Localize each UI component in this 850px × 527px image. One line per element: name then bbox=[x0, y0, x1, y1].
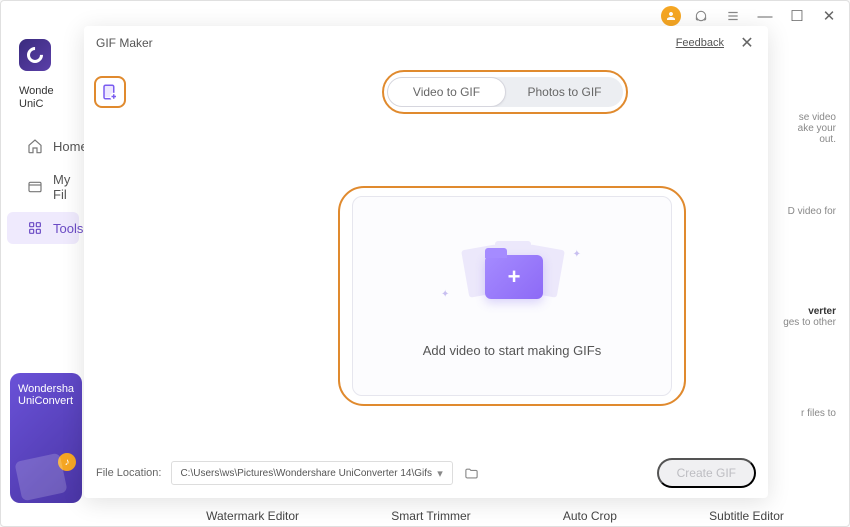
file-location-label: File Location: bbox=[96, 467, 161, 479]
close-window-button[interactable]: ✕ bbox=[815, 2, 843, 30]
open-folder-icon[interactable] bbox=[463, 465, 479, 481]
drop-area-highlight: ✦ ✦ + Add video to start making GIFs bbox=[338, 186, 686, 406]
brand-text: Wonde UniC bbox=[19, 85, 85, 111]
promo-card[interactable]: Wondersha UniConvert ♪ bbox=[10, 373, 82, 503]
file-location-input[interactable]: C:\Users\ws\Pictures\Wondershare UniConv… bbox=[171, 461, 453, 485]
tool-trimmer[interactable]: Smart Trimmer bbox=[391, 509, 470, 523]
folder-icon: + bbox=[485, 255, 543, 299]
bg-card: D video for bbox=[766, 198, 840, 225]
tab-photos-to-gif[interactable]: Photos to GIF bbox=[506, 77, 623, 107]
nav-label: Tools bbox=[53, 221, 83, 236]
mode-tabs-highlight: Video to GIF Photos to GIF bbox=[382, 70, 628, 114]
bg-card: verter ges to other bbox=[766, 298, 840, 336]
bg-card: se video ake your out. bbox=[766, 104, 840, 153]
account-avatar[interactable] bbox=[661, 6, 681, 26]
close-icon[interactable]: ✕ bbox=[738, 34, 756, 52]
files-icon bbox=[27, 179, 43, 195]
drop-text: Add video to start making GIFs bbox=[423, 343, 601, 358]
nav-label: Home bbox=[53, 139, 88, 154]
folder-graphic: ✦ ✦ + bbox=[457, 235, 567, 315]
modal-footer: File Location: C:\Users\ws\Pictures\Wond… bbox=[96, 458, 756, 488]
modal-header: GIF Maker Feedback ✕ bbox=[84, 26, 768, 52]
promo-line1: Wondersha bbox=[18, 383, 74, 395]
promo-line2: UniConvert bbox=[18, 395, 74, 407]
nav: Home My Fil Tools bbox=[1, 129, 85, 245]
modal-title: GIF Maker bbox=[96, 36, 153, 50]
plus-icon: + bbox=[508, 264, 521, 290]
gif-maker-modal: GIF Maker Feedback ✕ Video to GIF Photos… bbox=[84, 26, 768, 498]
feedback-link[interactable]: Feedback bbox=[676, 37, 724, 49]
nav-files[interactable]: My Fil bbox=[7, 164, 79, 210]
sparkle-icon: ✦ bbox=[441, 289, 449, 300]
tool-subtitle[interactable]: Subtitle Editor bbox=[709, 509, 784, 523]
tool-crop[interactable]: Auto Crop bbox=[563, 509, 617, 523]
chevron-down-icon[interactable]: ▾ bbox=[432, 467, 448, 480]
home-icon bbox=[27, 138, 43, 154]
bg-card: r files to bbox=[766, 400, 840, 427]
drop-area[interactable]: ✦ ✦ + Add video to start making GIFs bbox=[352, 196, 672, 396]
tab-video-to-gif[interactable]: Video to GIF bbox=[387, 77, 506, 107]
nav-tools[interactable]: Tools bbox=[7, 212, 79, 244]
create-gif-button[interactable]: Create GIF bbox=[657, 458, 756, 488]
maximize-button[interactable]: ☐ bbox=[783, 2, 811, 30]
tool-watermark[interactable]: Watermark Editor bbox=[206, 509, 299, 523]
file-location-path: C:\Users\ws\Pictures\Wondershare UniConv… bbox=[180, 468, 432, 479]
nav-label: My Fil bbox=[53, 172, 70, 202]
tools-icon bbox=[27, 220, 43, 236]
brand-line2: UniC bbox=[19, 98, 43, 110]
mode-tabs: Video to GIF Photos to GIF bbox=[387, 77, 623, 107]
brand-line1: Wonde bbox=[19, 85, 54, 97]
bottom-tool-row: Watermark Editor Smart Trimmer Auto Crop… bbox=[160, 509, 830, 523]
sparkle-icon: ✦ bbox=[573, 249, 581, 260]
nav-home[interactable]: Home bbox=[7, 130, 79, 162]
promo-graphic bbox=[14, 453, 67, 502]
app-logo bbox=[19, 39, 51, 71]
add-file-button[interactable] bbox=[94, 76, 126, 108]
